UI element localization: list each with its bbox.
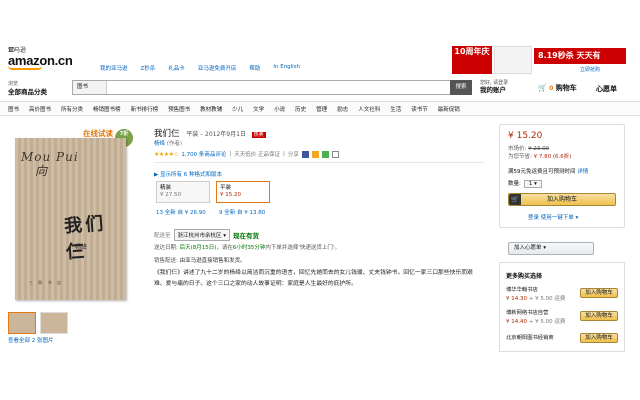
cart-count: 0 [549,85,554,92]
deliver-location-select[interactable]: 浙江杭州市余杭区 ▾ [173,229,231,241]
format-option-hardcover[interactable]: 精装 ¥ 27.50 [156,181,210,203]
category-nav-item[interactable]: 生活 [390,105,401,113]
cover-publisher: 三 联 书 店 [29,280,63,285]
rating-row: ★★★★☆ 1,700 条商品评论 | 天天低价·正品保证 | 分享 [154,150,339,158]
one-click-login-link[interactable]: 登录 使用一键下单 ▾ [528,213,578,221]
reviews-link[interactable]: 1,700 条商品评论 [181,150,226,158]
top-nav-item[interactable]: 帮助 [249,64,260,72]
shipping-info: 满59元免运费且可预测时间 详情 [508,169,589,175]
seller-add-to-cart-button[interactable]: 加入购物车 [580,288,618,298]
category-nav-item[interactable]: 预售图书 [168,105,190,113]
format-offers-link[interactable]: 9 全新 自 ¥ 13.80 [219,208,265,216]
image-thumbnail[interactable] [40,312,68,334]
shop-by-category[interactable]: 浏览 全部商品分类 [8,80,47,96]
product-description: 《我们仨》讲述了九十二岁的杨绛以简洁而沉重的语言，回忆先她而去的女儿钱瑗、丈夫钱… [154,270,473,287]
anniversary-promo-banner[interactable]: 10周年庆 [452,46,492,74]
category-nav-item[interactable]: 最新促销 [438,105,460,113]
top-nav-item[interactable]: Z秒杀 [141,64,156,72]
seller-add-to-cart-button[interactable]: 加入购物车 [580,311,618,321]
search-bar: 图书 搜索 [72,80,472,95]
top-nav-item[interactable]: 礼品卡 [168,64,185,72]
anniversary-badge: 10 [8,48,15,54]
seller-offer: 博新网络书店自营 ¥ 14.40 + ¥ 5.00 运费 加入购物车 [506,308,620,328]
deliver-row: 配送至 浙江杭州市余杭区 ▾ 现在有货 [154,229,259,241]
product-format: 平装 – 2012年9月1日 [186,131,246,138]
search-input[interactable] [109,82,439,93]
product-title-row: 我们仨 平装 – 2012年9月1日 热卖 [154,127,266,139]
category-nav-item[interactable]: 读书节 [411,105,428,113]
category-nav-item[interactable]: 高价图书 [29,105,51,113]
hot-badge: 热卖 [251,132,266,138]
quantity-select[interactable]: 1 ▾ [523,180,542,188]
quantity-row: 数量: 1 ▾ [508,179,542,188]
flash-sale-banner[interactable]: 8.19秒杀 天天有 [534,48,626,64]
category-nav: 图书 高价图书 所有分类 畅销图书榜 新书排行榜 预售图书 教材教辅 少儿 文学… [0,101,640,116]
cart-button[interactable]: 🛒 0 购物车 [538,83,577,93]
divider [154,162,484,163]
header: 亚马逊 amazon.cn 10 我的亚马逊 Z秒杀 礼品卡 亚马逊免费开店 帮… [0,0,640,100]
guarantee-text: 天天低价·正品保证 [234,152,281,158]
category-nav-item[interactable]: 教材教辅 [200,105,222,113]
savings-row: 为您节省: ¥ 7.80 (6.6折) [508,154,572,160]
view-all-images-link[interactable]: 查看全部 2 张图片 [8,336,54,344]
more-buying-choices: 更多购买选择 博华华翰书店 ¥ 14.30 + ¥ 5.00 运费 加入购物车 … [499,262,625,352]
top-nav: 我的亚马逊 Z秒杀 礼品卡 亚马逊免费开店 帮助 In English [100,64,300,72]
share-weibo-icon[interactable] [301,150,309,158]
seller-offer: 博华华翰书店 ¥ 14.30 + ¥ 5.00 运费 加入购物车 [506,285,620,305]
seller-row: 销售配送: 由亚马逊直接销售和发货。 [154,258,246,264]
promo-products-image[interactable] [494,46,532,74]
cart-icon: 🛒 [538,84,547,92]
category-nav-item[interactable]: 文学 [253,105,264,113]
shipping-detail-link[interactable]: 详情 [577,169,588,175]
cart-icon: 🛒 [509,194,521,205]
star-rating-icon[interactable]: ★★★★☆ [154,151,179,158]
show-all-formats-link[interactable]: ▶ 显示所有 6 种格式和版本 [154,170,222,178]
category-nav-item[interactable]: 管理 [316,105,327,113]
list-price-row: 市场价: ¥ 23.00 [508,146,550,152]
top-nav-item[interactable]: In English [273,64,300,72]
cover-author: 杨绛 [75,244,88,251]
buy-box: ¥ 15.20 市场价: ¥ 23.00 为您节省: ¥ 7.80 (6.6折)… [499,124,625,228]
seller-add-to-cart-button[interactable]: 加入购物车 [580,333,618,343]
top-nav-item[interactable]: 我的亚马逊 [100,64,128,72]
cover-title: 我们仨 [63,213,107,264]
promo-link[interactable]: 立即抢购 [580,66,600,73]
author-row: 杨绛 (作者) [154,141,183,147]
format-offers-link[interactable]: 13 全新 自 ¥ 26.90 [156,208,206,216]
search-button[interactable]: 搜索 [450,80,472,95]
author-link[interactable]: 杨绛 [154,141,165,147]
category-nav-item[interactable]: 新书排行榜 [131,105,159,113]
top-nav-item[interactable]: 亚马逊免费开店 [198,64,237,72]
wishlist-menu[interactable]: 心愿单 [596,84,617,94]
category-nav-item[interactable]: 励志 [337,105,348,113]
category-nav-item[interactable]: 少儿 [232,105,243,113]
product-title: 我们仨 [154,129,180,139]
amazon-logo[interactable]: 亚马逊 amazon.cn [8,48,73,70]
buy-price: ¥ 15.20 [508,131,543,141]
account-menu[interactable]: 您好, 请登录 我的账户 [480,80,508,94]
share-email-icon[interactable] [331,150,339,158]
category-nav-item[interactable]: 所有分类 [61,105,83,113]
category-nav-item[interactable]: 历史 [295,105,306,113]
format-option-paperback[interactable]: 平装 ¥ 15.20 [216,181,270,203]
share-label: 分享 [287,152,299,158]
book-cover-image[interactable]: Mou Pui 向 我们仨 杨绛 三 联 书 店 [15,138,126,300]
delivery-date-row: 送达日期: 后天(8月15日)，请在6小时35分钟内下单并选择'快递送货上门'。 [154,245,340,251]
search-category-select[interactable]: 图书 [73,81,107,94]
share-qzone-icon[interactable] [311,150,319,158]
stock-status: 现在有货 [233,232,260,240]
category-nav-item[interactable]: 图书 [8,105,19,113]
add-to-wishlist-button[interactable]: 加入心愿单 ▾ [508,242,594,255]
category-nav-item[interactable]: 畅销图书榜 [93,105,121,113]
category-nav-item[interactable]: 人文社科 [358,105,380,113]
category-nav-item[interactable]: 小说 [274,105,285,113]
share-wechat-icon[interactable] [321,150,329,158]
cover-handwriting: Mou Pui 向 [21,150,79,179]
add-to-cart-button[interactable]: 🛒 加入购物车 [508,193,616,206]
seller-offer: 北京朝阳图书经销商 加入购物车 [506,333,620,353]
image-thumbnail[interactable] [8,312,36,334]
